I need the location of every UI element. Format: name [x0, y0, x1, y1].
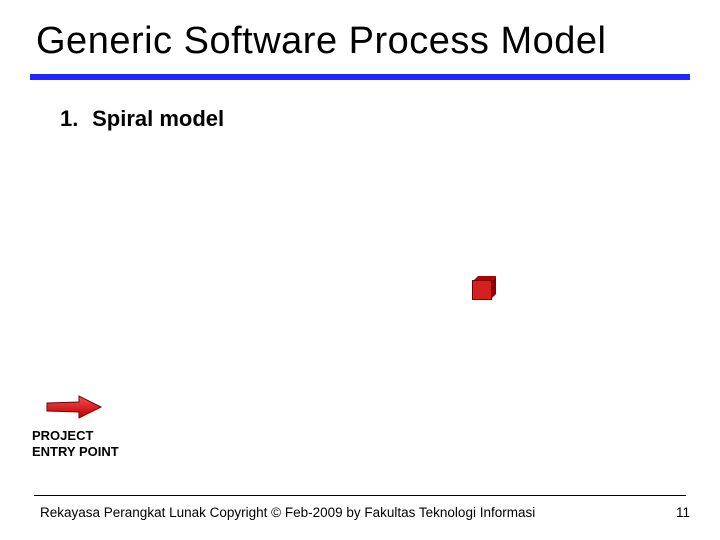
footer-text: Rekayasa Perangkat Lunak Copyright © Feb…: [40, 505, 535, 520]
list-item-number: 1.: [60, 106, 86, 132]
title-underline: [30, 74, 690, 80]
footer-divider: [34, 495, 686, 496]
page-number: 11: [676, 505, 690, 520]
slide: Generic Software Process Model 1. Spiral…: [0, 0, 720, 540]
cube-marker-icon: [472, 280, 490, 298]
slide-title: Generic Software Process Model: [36, 20, 606, 63]
numbered-list: 1. Spiral model: [60, 106, 224, 132]
arrow-right-icon: [45, 393, 103, 421]
list-item: 1. Spiral model: [60, 106, 224, 132]
entry-point-label: PROJECT ENTRY POINT: [32, 428, 119, 461]
list-item-text: Spiral model: [92, 106, 224, 131]
